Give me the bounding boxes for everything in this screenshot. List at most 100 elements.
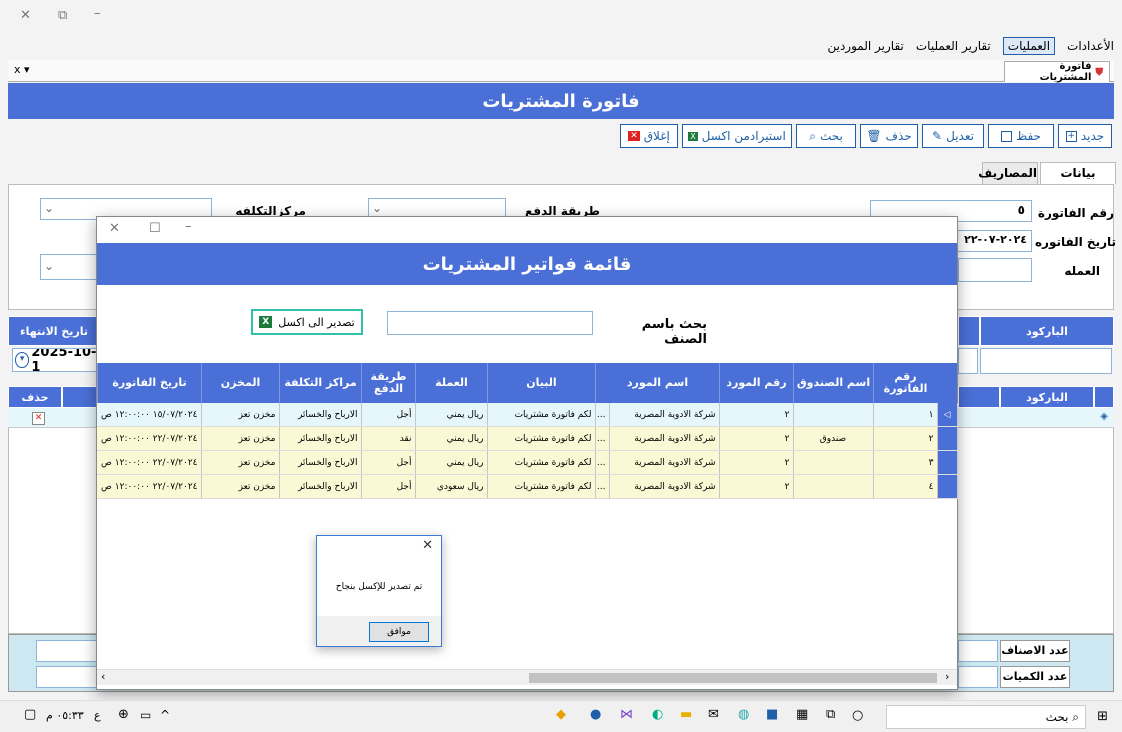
currency-select[interactable] [958, 258, 1032, 282]
grid-header-gap [958, 386, 1000, 408]
search-by-item-input[interactable] [387, 311, 593, 335]
clock[interactable]: ٠٥:٣٣ م [46, 709, 84, 722]
excel-icon: X [259, 316, 273, 328]
close-button[interactable]: إغلاق ✕ [620, 124, 678, 148]
invoice-cell: شركة الادوية المصرية [609, 450, 720, 475]
new-button[interactable]: جديد + [1058, 124, 1112, 148]
invoices-grid: رقم الفاتورة اسم الصندوق رقم المورد اسم … [97, 363, 958, 685]
edge-icon[interactable]: ◐ [652, 707, 663, 722]
menu-operations[interactable]: العمليات [1002, 37, 1056, 55]
invoice-cell: لكم فاتورة مشتريات [487, 474, 596, 499]
show-hidden-icons[interactable]: ^ [160, 708, 170, 722]
barcode-input[interactable] [980, 348, 1112, 374]
currency-label: العمله [1064, 264, 1100, 278]
delete-row-icon[interactable]: ✕ [32, 412, 45, 425]
ok-button[interactable]: موافق [369, 622, 429, 642]
invoice-row[interactable]: ٢٢/٠٧/٢٠٢٤ ١٢:٠٠:٠٠ ص مخزن تعز الارباح وال… [97, 474, 958, 499]
col-header-warehouse[interactable]: المخزن [201, 363, 279, 403]
col-header-payment-method[interactable]: طريقة الدفع [361, 363, 415, 403]
menu-settings[interactable]: الأعدادات [1067, 39, 1114, 53]
col-header-supplier-name[interactable]: اسم المورد [595, 363, 719, 403]
calculator-icon[interactable]: ▦ [796, 707, 808, 722]
close-icon[interactable]: ✕ [20, 8, 31, 23]
bluetooth-icon[interactable]: ● [590, 707, 601, 722]
chevron-down-icon: ⌄ [44, 259, 55, 273]
col-header-invoice-date[interactable]: تاريخ الفاتورة [97, 363, 201, 403]
invoice-row[interactable]: ٢٢/٠٧/٢٠٢٤ ١٢:٠٠:٠٠ ص مخزن تعز الارباح وال… [97, 426, 958, 451]
invoice-row[interactable]: ٢٢/٠٧/٢٠٢٤ ١٢:٠٠:٠٠ ص مخزن تعز الارباح وال… [97, 450, 958, 475]
scroll-left-icon[interactable]: ‹ [101, 670, 105, 683]
invoice-cell: ١٥/٠٧/٢٠٢٤ ١٢:٠٠:٠٠ ص [97, 403, 202, 427]
tab-main-data[interactable]: بيانات الرئيسيه [1040, 162, 1116, 200]
minimize-icon[interactable]: – [94, 6, 101, 21]
file-explorer-icon[interactable]: ▬ [680, 707, 692, 722]
dialog-minimize-icon[interactable]: – [185, 219, 192, 234]
invoice-cell: الارباح والخسائر [279, 474, 362, 499]
invoice-cell: الارباح والخسائر [279, 426, 362, 451]
invoice-number-label: رقم الفاتورة [1037, 206, 1114, 220]
windows-start-icon[interactable]: ⊞ [1097, 709, 1108, 724]
doc-tab[interactable]: ⛊ فاتورة المشتريات [1004, 61, 1110, 83]
taskbar-search[interactable]: ⌕ بحث [886, 705, 1086, 729]
qty-count-label: عدد الكميات [1000, 666, 1070, 688]
input-language[interactable]: ع [94, 709, 101, 722]
invoices-grid-header: رقم الفاتورة اسم الصندوق رقم المورد اسم … [97, 363, 957, 403]
invoice-row[interactable]: ١٥/٠٧/٢٠٢٤ ١٢:٠٠:٠٠ ص مخزن تعز الارباح وال… [97, 403, 958, 427]
row-selector[interactable] [937, 474, 958, 499]
col-header-currency[interactable]: العملة [415, 363, 487, 403]
dialog-maximize-icon[interactable]: ☐ [149, 221, 161, 236]
expiry-date-header: تاريخ الانتهاء [8, 316, 100, 346]
import-excel-button[interactable]: استيرادمن اكسل X [682, 124, 792, 148]
row-indicator-icon: ◈ [1100, 411, 1108, 422]
globe-icon[interactable]: ⊕ [118, 707, 129, 722]
scroll-thumb[interactable] [529, 673, 937, 683]
invoice-cell: مخزن تعز [201, 450, 280, 475]
horizontal-scrollbar[interactable]: ‹ › [97, 669, 957, 685]
app-icon[interactable]: ◍ [738, 707, 749, 722]
left-select[interactable]: ⌄ [40, 254, 100, 280]
app-icon[interactable]: ■ [766, 707, 778, 722]
save-button[interactable]: حفظ [988, 124, 1054, 148]
invoice-cell: ريال يمني [415, 450, 488, 475]
export-excel-button[interactable]: تصدير الى اكسل X [251, 309, 363, 335]
invoice-cell: مخزن تعز [201, 426, 280, 451]
menu-supplier-reports[interactable]: تقارير الموردين [827, 39, 903, 53]
app-icon[interactable]: ◆ [556, 707, 566, 722]
col-header-cashbox-name[interactable]: اسم الصندوق [793, 363, 873, 403]
col-header-statement[interactable]: البيان [487, 363, 595, 403]
taskbar: ⊞ ⌕ بحث ○ ⧉ ▦ ■ ◍ ✉ ▬ ◐ ⋈ ● ◆ ^ ▭ ⊕ ع ٠٥… [0, 700, 1122, 732]
menu-operations-reports[interactable]: تقارير العمليات [916, 39, 991, 53]
delete-button[interactable]: حذف 🗑 [860, 124, 918, 148]
invoice-cell: ... [595, 474, 610, 499]
row-selector[interactable] [937, 450, 958, 475]
invoice-cell: ٢ [719, 403, 794, 427]
cortana-icon[interactable]: ○ [852, 708, 863, 723]
close-all-dropdown[interactable]: x ▾ [14, 63, 30, 76]
invoice-cell: الارباح والخسائر [279, 403, 362, 427]
tab-expenses[interactable]: المصاريف [978, 162, 1038, 184]
scroll-right-icon[interactable]: › [945, 670, 949, 683]
search-button[interactable]: بحث ⌕ [796, 124, 856, 148]
row-selector[interactable] [937, 426, 958, 451]
barcode-input-2[interactable] [958, 348, 978, 374]
message-box-caption: ✕ [317, 536, 441, 558]
invoice-date-field[interactable]: ٢٠٢٤-٠٧-٢٢ ‏ [956, 230, 1032, 252]
edit-button[interactable]: تعديل ✎ [922, 124, 984, 148]
dialog-close-icon[interactable]: ✕ [109, 221, 120, 236]
notification-icon[interactable]: ▢ [24, 707, 36, 722]
mail-icon[interactable]: ✉ [708, 707, 719, 722]
col-header-invoice-no[interactable]: رقم الفاتورة [873, 363, 937, 403]
col-header-supplier-no[interactable]: رقم المورد [719, 363, 793, 403]
col-header-cost-centers[interactable]: مراكز التكلفة [279, 363, 361, 403]
dialog-caption-bar: ✕ ☐ – [97, 217, 957, 243]
expiry-date-picker[interactable]: ▾ 2025-10-1 [12, 348, 98, 372]
invoice-cell: شركة الادوية المصرية [609, 474, 720, 499]
restore-icon[interactable]: ⧉ [58, 8, 67, 23]
invoice-cell: ريال يمني [415, 403, 488, 427]
visual-studio-icon[interactable]: ⋈ [620, 707, 633, 722]
task-view-icon[interactable]: ⧉ [826, 707, 835, 722]
row-selector[interactable]: ◁ [937, 403, 958, 427]
network-icon[interactable]: ▭ [140, 708, 151, 722]
message-close-icon[interactable]: ✕ [422, 538, 433, 553]
taskbar-search-placeholder: بحث [1045, 710, 1069, 724]
